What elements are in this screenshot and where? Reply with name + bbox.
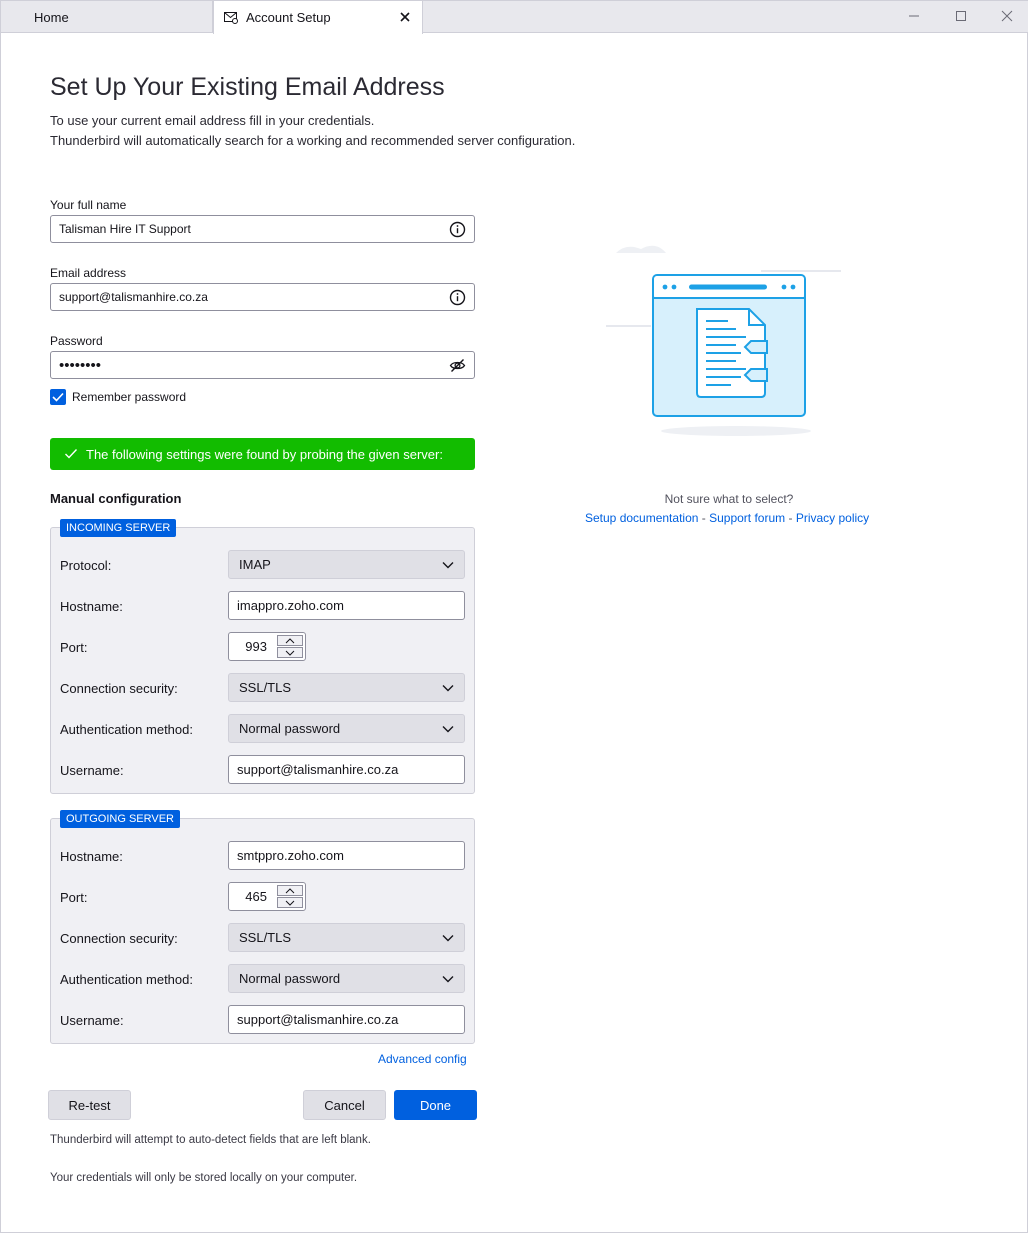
- incoming-auth-value: Normal password: [239, 721, 341, 736]
- incoming-port-stepper[interactable]: 993: [228, 632, 306, 661]
- done-button[interactable]: Done: [394, 1090, 477, 1120]
- account-setup-window: Home Account Setup Set Up Your Existing …: [0, 0, 1028, 1233]
- decrement-button[interactable]: [277, 647, 303, 658]
- incoming-auth-select[interactable]: Normal password: [228, 714, 465, 743]
- outgoing-username-label: Username:: [60, 1013, 124, 1028]
- email-label: Email address: [50, 266, 127, 280]
- outgoing-auth-label: Authentication method:: [60, 972, 193, 987]
- manual-config-title: Manual configuration: [50, 491, 182, 506]
- mail-gear-icon: [224, 11, 238, 24]
- support-forum-link[interactable]: Support forum: [709, 511, 785, 525]
- incoming-protocol-select[interactable]: IMAP: [228, 550, 465, 579]
- help-links: Setup documentation - Support forum - Pr…: [585, 511, 869, 525]
- tab-home[interactable]: Home: [1, 1, 213, 33]
- incoming-hostname-input[interactable]: imappro.zoho.com: [228, 591, 465, 620]
- advanced-config-link[interactable]: Advanced config: [378, 1052, 467, 1066]
- incoming-server-legend: INCOMING SERVER: [60, 519, 177, 537]
- outgoing-username-input[interactable]: support@talismanhire.co.za: [228, 1005, 465, 1034]
- chevron-down-icon: [442, 562, 454, 569]
- incoming-protocol-value: IMAP: [239, 557, 271, 572]
- chevron-up-icon: [285, 637, 295, 643]
- document-illustration: [606, 245, 841, 436]
- link-separator: -: [698, 511, 710, 525]
- incoming-security-select[interactable]: SSL/TLS: [228, 673, 465, 702]
- chevron-down-icon: [442, 685, 454, 692]
- outgoing-hostname-value: smtppro.zoho.com: [237, 848, 344, 863]
- eye-slash-icon[interactable]: [449, 357, 466, 374]
- outgoing-hostname-input[interactable]: smtppro.zoho.com: [228, 841, 465, 870]
- incoming-hostname-label: Hostname:: [60, 599, 123, 614]
- incoming-auth-label: Authentication method:: [60, 722, 193, 737]
- link-separator: -: [785, 511, 796, 525]
- intro-text-2: Thunderbird will automatically search fo…: [50, 133, 576, 148]
- autodetect-note: Thunderbird will attempt to auto-detect …: [50, 1134, 371, 1146]
- password-value: ••••••••: [59, 356, 102, 374]
- chevron-down-icon: [285, 900, 295, 906]
- outgoing-security-value: SSL/TLS: [239, 930, 292, 945]
- increment-button[interactable]: [277, 885, 303, 896]
- outgoing-auth-select[interactable]: Normal password: [228, 964, 465, 993]
- password-input[interactable]: ••••••••: [50, 351, 475, 379]
- chevron-down-icon: [285, 650, 295, 656]
- remember-password-checkbox[interactable]: Remember password: [50, 389, 186, 405]
- privacy-policy-link[interactable]: Privacy policy: [796, 511, 869, 525]
- local-storage-note: Your credentials will only be stored loc…: [50, 1172, 358, 1184]
- retest-button[interactable]: Re-test: [48, 1090, 131, 1120]
- outgoing-security-select[interactable]: SSL/TLS: [228, 923, 465, 952]
- checkmark-icon: [65, 449, 78, 459]
- close-icon[interactable]: [999, 8, 1015, 24]
- incoming-username-input[interactable]: support@talismanhire.co.za: [228, 755, 465, 784]
- maximize-icon[interactable]: [953, 8, 969, 24]
- close-tab-icon[interactable]: [398, 10, 412, 24]
- remember-password-label: Remember password: [72, 390, 187, 404]
- tab-label: Home: [34, 9, 69, 25]
- email-input[interactable]: support@talismanhire.co.za: [50, 283, 475, 311]
- increment-button[interactable]: [277, 635, 303, 646]
- cancel-button[interactable]: Cancel: [303, 1090, 386, 1120]
- info-icon[interactable]: [449, 221, 466, 238]
- success-banner-text: The following settings were found by pro…: [86, 446, 443, 462]
- success-banner: The following settings were found by pro…: [50, 438, 475, 470]
- intro-text-1: To use your current email address fill i…: [50, 113, 375, 128]
- tab-account-setup[interactable]: Account Setup: [213, 1, 423, 34]
- outgoing-username-value: support@talismanhire.co.za: [237, 1012, 399, 1027]
- setup-documentation-link[interactable]: Setup documentation: [585, 511, 698, 525]
- incoming-security-value: SSL/TLS: [239, 680, 292, 695]
- outgoing-server-legend: OUTGOING SERVER: [60, 810, 180, 828]
- info-icon[interactable]: [449, 289, 466, 306]
- title-bar: Home Account Setup: [1, 1, 1028, 34]
- outgoing-security-label: Connection security:: [60, 931, 178, 946]
- password-label: Password: [50, 334, 103, 348]
- tab-label: Account Setup: [246, 10, 331, 25]
- incoming-username-label: Username:: [60, 763, 124, 778]
- incoming-username-value: support@talismanhire.co.za: [237, 762, 399, 777]
- help-question: Not sure what to select?: [664, 492, 794, 506]
- outgoing-auth-value: Normal password: [239, 971, 341, 986]
- decrement-button[interactable]: [277, 897, 303, 908]
- chevron-down-icon: [442, 935, 454, 942]
- outgoing-port-value: 465: [245, 889, 267, 904]
- incoming-hostname-value: imappro.zoho.com: [237, 598, 344, 613]
- email-value: support@talismanhire.co.za: [59, 290, 208, 304]
- full-name-label: Your full name: [50, 198, 127, 212]
- chevron-down-icon: [442, 976, 454, 983]
- incoming-protocol-label: Protocol:: [60, 558, 112, 573]
- incoming-port-label: Port:: [60, 640, 88, 655]
- minimize-icon[interactable]: [906, 8, 922, 24]
- outgoing-port-stepper[interactable]: 465: [228, 882, 306, 911]
- full-name-input[interactable]: Talisman Hire IT Support: [50, 215, 475, 243]
- chevron-up-icon: [285, 887, 295, 893]
- chevron-down-icon: [442, 726, 454, 733]
- incoming-security-label: Connection security:: [60, 681, 178, 696]
- outgoing-hostname-label: Hostname:: [60, 849, 123, 864]
- incoming-port-value: 993: [245, 639, 267, 654]
- outgoing-port-label: Port:: [60, 890, 88, 905]
- checkbox-checked-icon[interactable]: [50, 389, 66, 405]
- full-name-value: Talisman Hire IT Support: [59, 222, 191, 236]
- page-title: Set Up Your Existing Email Address: [50, 73, 445, 101]
